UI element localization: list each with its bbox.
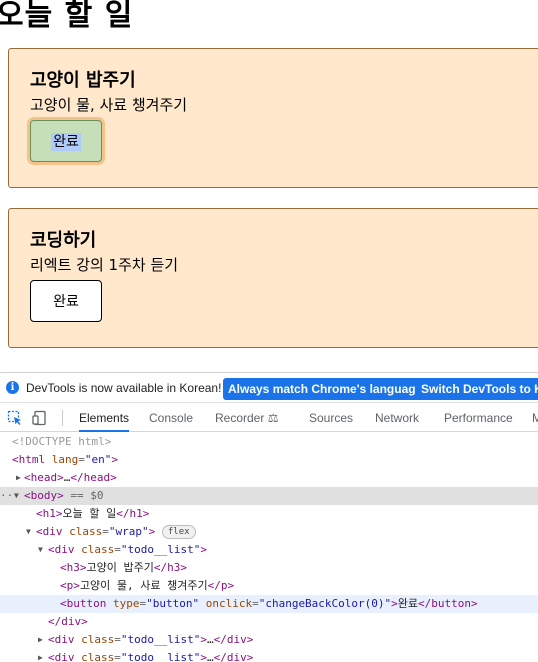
- html-tag: <html lang="en">: [12, 453, 118, 466]
- todo-class-value: "todo__list": [120, 543, 201, 556]
- dom-line-todo-list-collapsed[interactable]: ▶ <div class="todo__list">…</div>: [0, 631, 538, 649]
- tab-elements[interactable]: Elements: [79, 404, 130, 432]
- todo-card: 코딩하기 리엑트 강의 1주차 듣기 완료: [8, 208, 538, 348]
- wrap-tag: <div class="wrap"> flex: [36, 523, 196, 541]
- dom-line-p[interactable]: <p>고양이 물, 사료 챙겨주기</p>: [0, 577, 538, 595]
- tab-console[interactable]: Console: [149, 404, 193, 432]
- dom-tree: <!DOCTYPE html> <html lang="en"> ▶ <head…: [0, 433, 538, 662]
- todo-title: 고양이 밥주기: [30, 70, 136, 91]
- dom-line-head[interactable]: ▶ <head>…</head>: [0, 469, 538, 487]
- expand-triangle-icon[interactable]: ▶: [38, 631, 43, 649]
- p-tag: <p>고양이 물, 사료 챙겨주기</p>: [60, 579, 235, 592]
- page-title: 오늘 할 일: [0, 0, 134, 33]
- wrap-class-value: "wrap": [108, 525, 149, 538]
- done-button[interactable]: 완료: [30, 280, 102, 322]
- todo-list-tag: <div class="todo__list">: [48, 543, 207, 556]
- dom-line-wrap[interactable]: ▼ <div class="wrap"> flex: [0, 523, 538, 541]
- html-lang-attr: lang: [51, 453, 79, 466]
- div-close-tag: </div>: [48, 615, 88, 628]
- h3-tag: <h3>고양이 밥주기</h3>: [60, 561, 187, 574]
- tab-sources[interactable]: Sources: [309, 404, 353, 432]
- web-page: 오늘 할 일 고양이 밥주기 고양이 물, 사료 챙겨주기 완료 코딩하기 리엑…: [0, 0, 538, 372]
- button-text: 완료: [397, 597, 419, 610]
- h3-text: 고양이 밥주기: [86, 561, 154, 574]
- h1-text: 오늘 할 일: [62, 507, 117, 520]
- done-button-label: 완료: [51, 133, 81, 151]
- dom-line-body[interactable]: ··· ▼ <body> == $0: [0, 487, 538, 505]
- h1-tag: <h1>오늘 할 일</h1>: [36, 507, 150, 520]
- button-onclick-value: "changeBackColor(0)": [258, 597, 392, 610]
- flask-icon: ⚖: [267, 411, 279, 425]
- doctype-text: <!DOCTYPE html>: [12, 435, 112, 448]
- switch-language-button[interactable]: Switch DevTools to Ko: [416, 378, 538, 400]
- head-tag: <head>…</head>: [24, 471, 117, 484]
- dom-line-todo-list-collapsed[interactable]: ▶ <div class="todo__list">…</div>: [0, 649, 538, 662]
- tab-performance[interactable]: Performance: [444, 404, 513, 432]
- dom-line-h3[interactable]: <h3>고양이 밥주기</h3>: [0, 559, 538, 577]
- todo-class-value: "todo__list": [120, 633, 201, 646]
- tab-recorder[interactable]: Recorder ⚖: [215, 404, 278, 432]
- dom-line-todo-list[interactable]: ▼ <div class="todo__list">: [0, 541, 538, 559]
- button-tag: <button type="button" onclick="changeBac…: [60, 597, 478, 610]
- dom-line-button[interactable]: <button type="button" onclick="changeBac…: [0, 595, 538, 613]
- tab-memory[interactable]: M: [532, 404, 538, 432]
- devtools-panel: i DevTools is now available in Korean! A…: [0, 372, 538, 662]
- collapse-triangle-icon[interactable]: ▼: [26, 523, 31, 541]
- inspect-element-icon[interactable]: [7, 410, 23, 426]
- collapse-triangle-icon[interactable]: ▼: [14, 487, 19, 505]
- expand-triangle-icon[interactable]: ▶: [38, 649, 43, 662]
- html-tag-name: html: [18, 453, 46, 466]
- dom-line-doctype[interactable]: <!DOCTYPE html>: [0, 433, 538, 451]
- todo-list-tag-collapsed: <div class="todo__list">…</div>: [48, 633, 254, 646]
- todo-list-tag-collapsed: <div class="todo__list">…</div>: [48, 651, 254, 662]
- collapse-triangle-icon[interactable]: ▼: [38, 541, 43, 559]
- tab-network[interactable]: Network: [375, 404, 419, 432]
- device-toolbar-icon[interactable]: [32, 410, 48, 426]
- body-tag-name: body: [30, 489, 58, 502]
- button-type-value: "button": [146, 597, 200, 610]
- head-tag-name: head: [30, 471, 58, 484]
- language-infobar: i DevTools is now available in Korean! A…: [0, 373, 538, 403]
- infobar-text: DevTools is now available in Korean!: [26, 381, 222, 395]
- todo-title: 코딩하기: [30, 230, 97, 251]
- body-tag: <body> == $0: [24, 489, 104, 502]
- todo-description: 고양이 물, 사료 챙겨주기: [30, 96, 188, 114]
- todo-description: 리엑트 강의 1주차 듣기: [30, 256, 179, 274]
- expand-triangle-icon[interactable]: ▶: [16, 469, 21, 487]
- dom-line-h1[interactable]: <h1>오늘 할 일</h1>: [0, 505, 538, 523]
- match-language-button[interactable]: Always match Chrome's language: [223, 378, 428, 400]
- done-button[interactable]: 완료: [30, 120, 102, 162]
- todo-card: 고양이 밥주기 고양이 물, 사료 챙겨주기 완료: [8, 48, 538, 188]
- flex-badge[interactable]: flex: [161, 525, 196, 539]
- tab-recorder-label: Recorder: [215, 411, 265, 425]
- selected-marker: == $0: [63, 489, 104, 502]
- dom-line-div-close[interactable]: </div>: [0, 613, 538, 631]
- toolbar-divider: [62, 410, 63, 426]
- dom-line-html[interactable]: <html lang="en">: [0, 451, 538, 469]
- p-text: 고양이 물, 사료 챙겨주기: [79, 579, 208, 592]
- html-lang-value: "en": [84, 453, 112, 466]
- devtools-toolbar: Elements Console Recorder ⚖ Sources Netw…: [0, 404, 538, 432]
- info-icon: i: [6, 381, 19, 394]
- todo-class-value: "todo__list": [120, 651, 201, 662]
